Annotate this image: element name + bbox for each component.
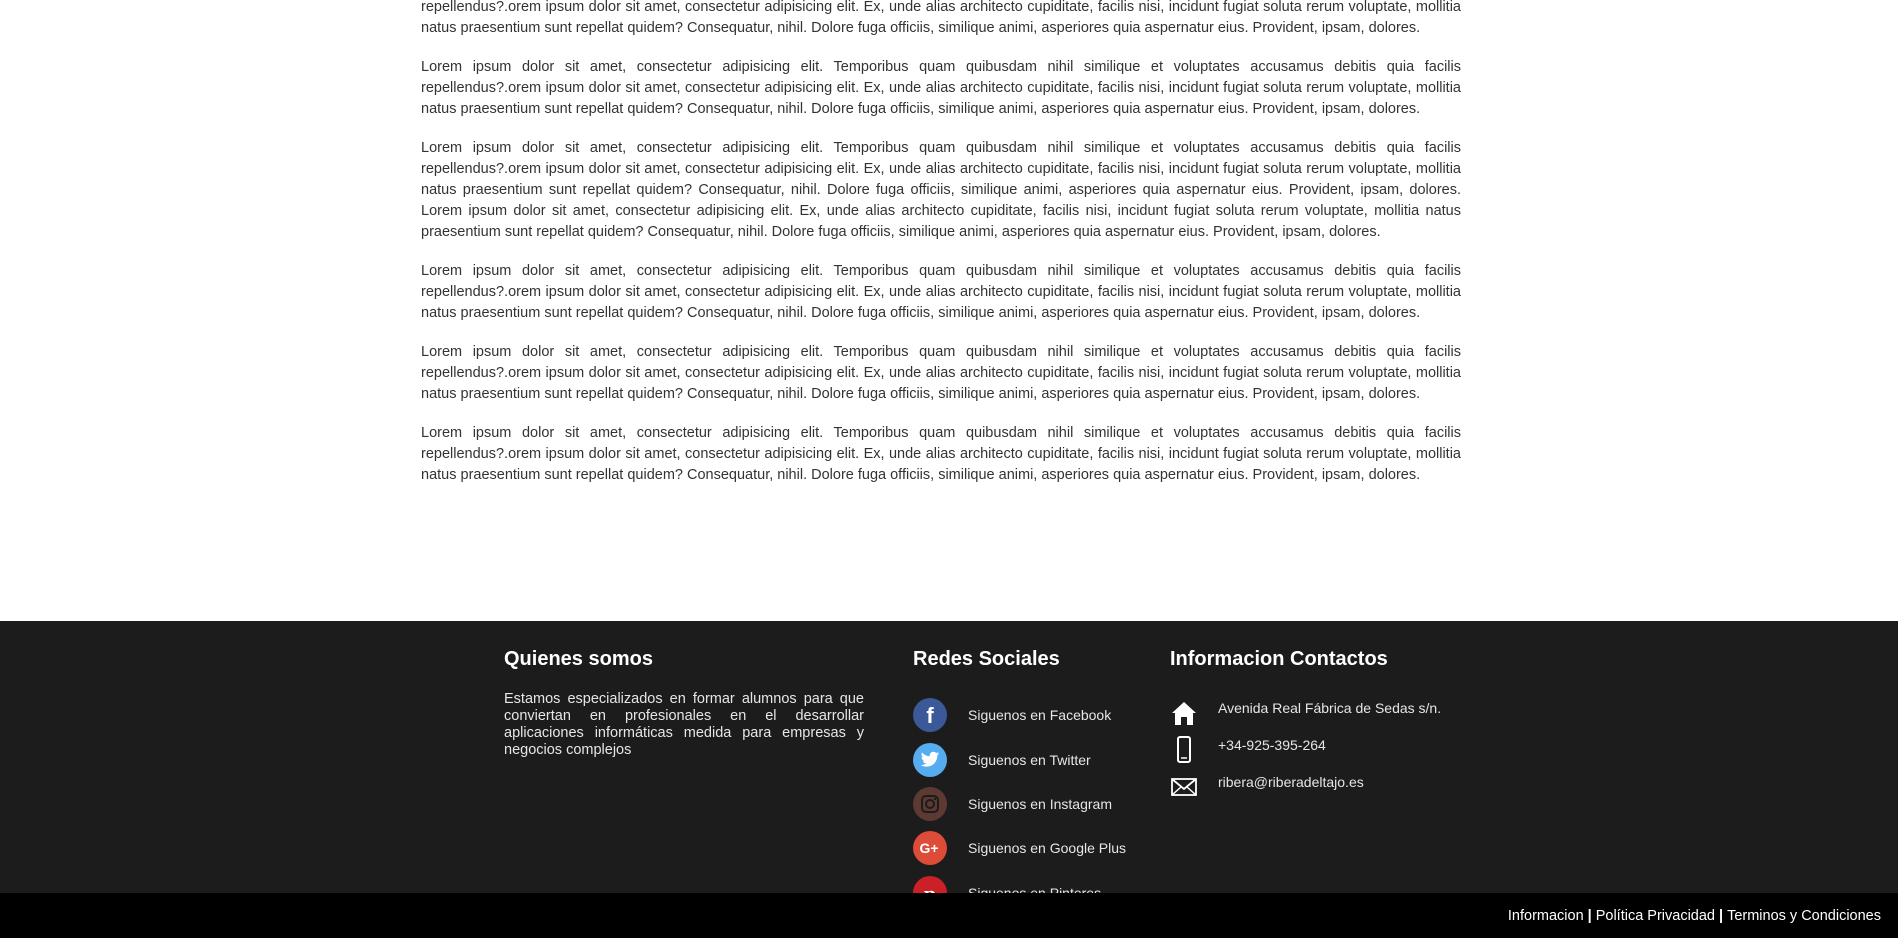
- legal-bar: Informacion | Política Privacidad | Term…: [0, 893, 1898, 938]
- content-paragraph: repellendus?.orem ipsum dolor sit amet, …: [421, 0, 1461, 36]
- legal-link-informacion[interactable]: Informacion: [1508, 908, 1584, 924]
- contact-title: Informacion Contactos: [1170, 648, 1388, 670]
- svg-text:f: f: [926, 703, 934, 728]
- email-text: ribera@riberadeltajo.es: [1218, 774, 1364, 790]
- svg-text:G+: G+: [919, 840, 938, 856]
- address-text: Avenida Real Fábrica de Sedas s/n.: [1218, 700, 1442, 716]
- social-label: Siguenos en Instagram: [968, 796, 1112, 812]
- content-paragraph: Lorem ipsum dolor sit amet, consectetur …: [421, 59, 1461, 117]
- content-paragraph: Lorem ipsum dolor sit amet, consectetur …: [421, 140, 1461, 240]
- legal-separator: |: [1719, 907, 1724, 924]
- footer-social-section: Redes Sociales f Siguenos en Facebook Si…: [913, 646, 1153, 910]
- social-label: Siguenos en Twitter: [968, 752, 1091, 768]
- home-icon: [1170, 698, 1198, 728]
- social-title: Redes Sociales: [913, 648, 1060, 670]
- contact-phone: +34-925-395-264: [1170, 735, 1326, 765]
- instagram-icon: [913, 787, 947, 821]
- phone-icon: [1170, 735, 1198, 765]
- social-link-instagram[interactable]: Siguenos en Instagram: [913, 787, 1112, 821]
- legal-links: Informacion | Política Privacidad | Term…: [1508, 893, 1881, 938]
- footer-contact-section: Informacion Contactos Avenida Real Fábri…: [1170, 646, 1470, 796]
- content-paragraph: Lorem ipsum dolor sit amet, consectetur …: [421, 263, 1461, 321]
- twitter-icon: [913, 743, 947, 777]
- contact-address: Avenida Real Fábrica de Sedas s/n.: [1170, 698, 1441, 728]
- envelope-icon: [1170, 772, 1198, 802]
- contact-email: ribera@riberadeltajo.es: [1170, 772, 1364, 802]
- legal-link-terms[interactable]: Terminos y Condiciones: [1727, 908, 1881, 924]
- social-label: Siguenos en Google Plus: [968, 840, 1126, 856]
- site-footer: Quienes somos Estamos especializados en …: [0, 621, 1898, 910]
- legal-link-privacy[interactable]: Política Privacidad: [1596, 908, 1715, 924]
- phone-text: +34-925-395-264: [1218, 737, 1326, 753]
- footer-about-section: Quienes somos Estamos especializados en …: [504, 646, 864, 759]
- legal-separator: |: [1587, 907, 1592, 924]
- content-paragraph: Lorem ipsum dolor sit amet, consectetur …: [421, 425, 1461, 483]
- social-link-twitter[interactable]: Siguenos en Twitter: [913, 743, 1091, 777]
- social-label: Siguenos en Facebook: [968, 707, 1112, 723]
- social-link-facebook[interactable]: f Siguenos en Facebook: [913, 698, 1111, 732]
- about-text: Estamos especializados en formar alumnos…: [504, 691, 864, 758]
- google-plus-icon: G+: [913, 831, 947, 865]
- content-paragraph: Lorem ipsum dolor sit amet, consectetur …: [421, 344, 1461, 402]
- facebook-icon: f: [913, 698, 947, 732]
- social-link-google-plus[interactable]: G+ Siguenos en Google Plus: [913, 831, 1126, 865]
- main-content: repellendus?.orem ipsum dolor sit amet, …: [421, 0, 1461, 504]
- about-title: Quienes somos: [504, 648, 653, 670]
